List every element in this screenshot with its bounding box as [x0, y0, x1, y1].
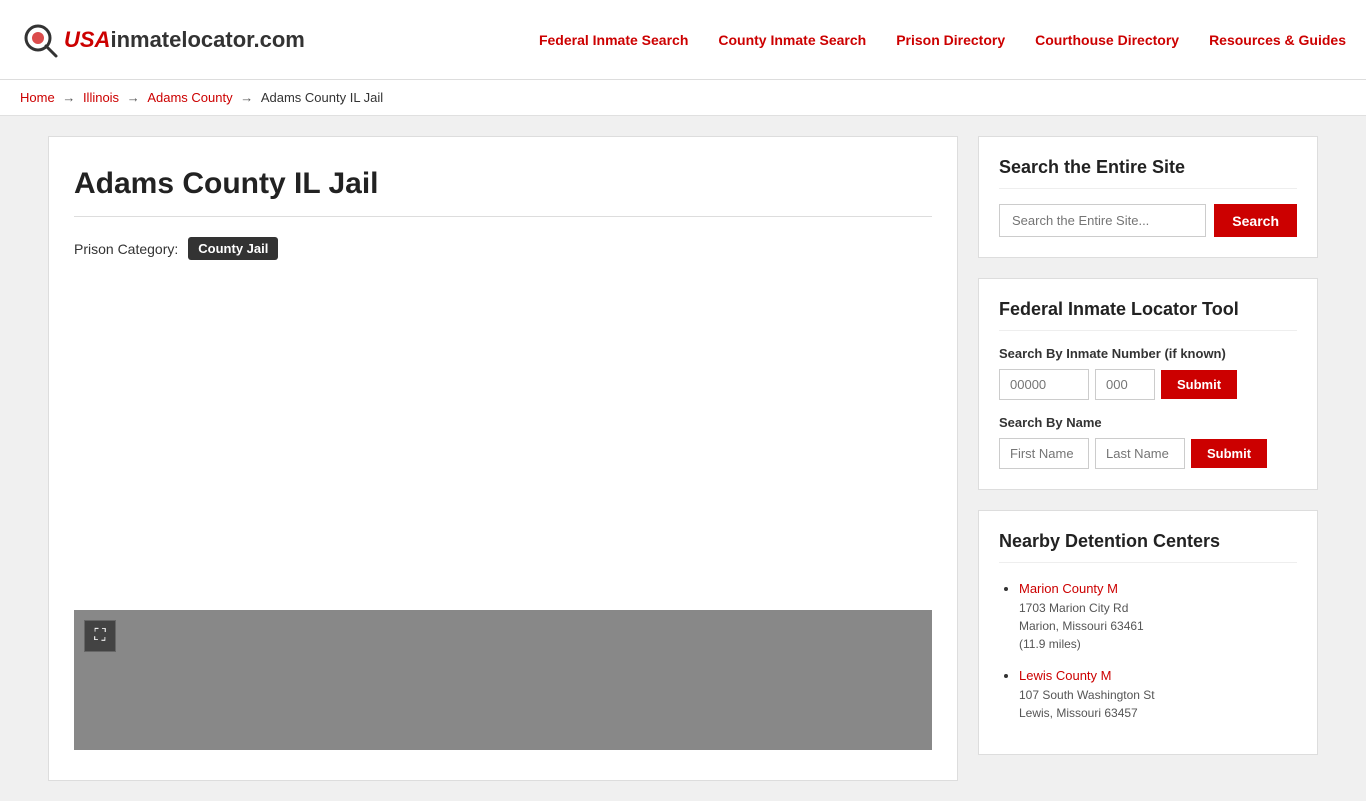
breadcrumb-arrow-2: → [127, 90, 144, 105]
nearby-title: Nearby Detention Centers [999, 531, 1297, 563]
nearby-detention-widget: Nearby Detention Centers Marion County M… [978, 510, 1318, 755]
breadcrumb-arrow-3: → [240, 90, 257, 105]
search-row: Search [999, 204, 1297, 237]
search-widget-title: Search the Entire Site [999, 157, 1297, 189]
right-sidebar: Search the Entire Site Search Federal In… [978, 136, 1318, 781]
nearby-link-0[interactable]: Marion County M [1019, 581, 1118, 596]
left-content: Adams County IL Jail Prison Category: Co… [48, 136, 958, 781]
map-placeholder: ⛶ [74, 610, 932, 750]
nearby-link-1[interactable]: Lewis County M [1019, 668, 1111, 683]
nav-courthouse-directory[interactable]: Courthouse Directory [1035, 32, 1179, 48]
main-nav: Federal Inmate Search County Inmate Sear… [539, 32, 1346, 48]
nearby-city-0: Marion, Missouri 63461 [1019, 617, 1297, 635]
nearby-city-1: Lewis, Missouri 63457 [1019, 704, 1297, 722]
nav-federal-inmate-search[interactable]: Federal Inmate Search [539, 32, 688, 48]
site-header: USAinmatelocator.com Federal Inmate Sear… [0, 0, 1366, 80]
inmate-number-input[interactable] [999, 369, 1089, 400]
search-input[interactable] [999, 204, 1206, 237]
nearby-distance-0: (11.9 miles) [1019, 635, 1297, 653]
breadcrumb-current: Adams County IL Jail [261, 90, 383, 105]
nearby-address-1: 107 South Washington St [1019, 686, 1297, 704]
nav-prison-directory[interactable]: Prison Directory [896, 32, 1005, 48]
nav-county-inmate-search[interactable]: County Inmate Search [718, 32, 866, 48]
logo[interactable]: USAinmatelocator.com [20, 20, 305, 60]
first-name-input[interactable] [999, 438, 1089, 469]
list-item: Lewis County M 107 South Washington St L… [1019, 665, 1297, 722]
inmate-number-label: Search By Inmate Number (if known) [999, 346, 1297, 361]
nearby-list: Marion County M 1703 Marion City Rd Mari… [999, 578, 1297, 722]
prison-category-badge: County Jail [188, 237, 278, 260]
page-title: Adams County IL Jail [74, 167, 932, 217]
prison-category-row: Prison Category: County Jail [74, 237, 932, 260]
logo-icon [20, 20, 60, 60]
inmate-register-input[interactable] [1095, 369, 1155, 400]
federal-locator-title: Federal Inmate Locator Tool [999, 299, 1297, 331]
breadcrumb-state[interactable]: Illinois [83, 90, 119, 105]
breadcrumb-arrow-1: → [62, 90, 79, 105]
last-name-input[interactable] [1095, 438, 1185, 469]
federal-inmate-locator-widget: Federal Inmate Locator Tool Search By In… [978, 278, 1318, 490]
prison-category-label: Prison Category: [74, 241, 178, 257]
inmate-number-submit-button[interactable]: Submit [1161, 370, 1237, 399]
name-search-label: Search By Name [999, 415, 1297, 430]
logo-text: USAinmatelocator.com [64, 27, 305, 53]
nav-resources-guides[interactable]: Resources & Guides [1209, 32, 1346, 48]
search-button[interactable]: Search [1214, 204, 1297, 237]
breadcrumb-home[interactable]: Home [20, 90, 55, 105]
breadcrumb: Home → Illinois → Adams County → Adams C… [20, 90, 1346, 105]
name-search-row: Submit [999, 438, 1297, 469]
inmate-number-row: Submit [999, 369, 1297, 400]
breadcrumb-county[interactable]: Adams County [147, 90, 232, 105]
main-content: Adams County IL Jail Prison Category: Co… [33, 136, 1333, 781]
breadcrumb-bar: Home → Illinois → Adams County → Adams C… [0, 80, 1366, 116]
nearby-address-0: 1703 Marion City Rd [1019, 599, 1297, 617]
map-expand-button[interactable]: ⛶ [84, 620, 116, 652]
list-item: Marion County M 1703 Marion City Rd Mari… [1019, 578, 1297, 653]
name-search-submit-button[interactable]: Submit [1191, 439, 1267, 468]
search-widget: Search the Entire Site Search [978, 136, 1318, 258]
